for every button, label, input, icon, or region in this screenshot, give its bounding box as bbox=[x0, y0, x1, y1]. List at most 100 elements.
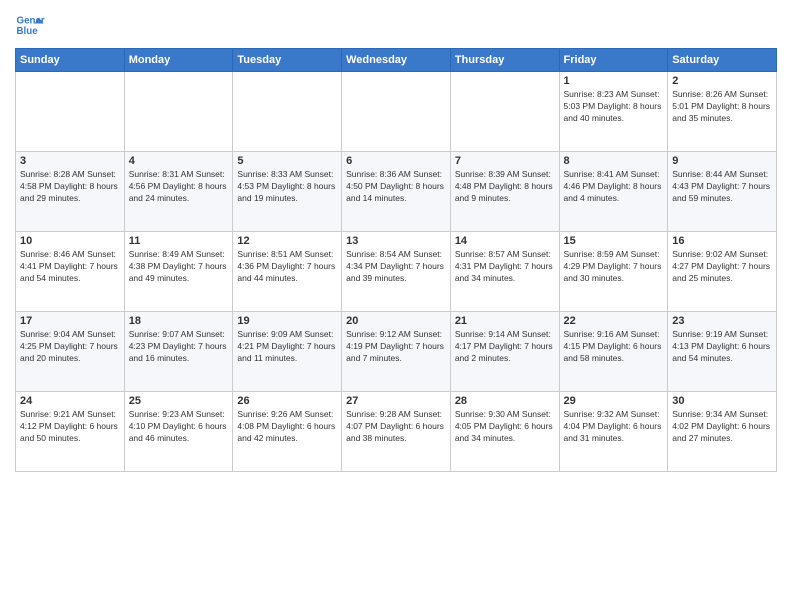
day-info: Sunrise: 9:34 AM Sunset: 4:02 PM Dayligh… bbox=[672, 409, 772, 445]
day-info: Sunrise: 8:39 AM Sunset: 4:48 PM Dayligh… bbox=[455, 169, 555, 205]
svg-text:Blue: Blue bbox=[17, 26, 39, 37]
day-info: Sunrise: 8:44 AM Sunset: 4:43 PM Dayligh… bbox=[672, 169, 772, 205]
day-cell: 21 Sunrise: 9:14 AM Sunset: 4:17 PM Dayli… bbox=[450, 312, 559, 392]
day-info: Sunrise: 9:21 AM Sunset: 4:12 PM Dayligh… bbox=[20, 409, 120, 445]
day-info: Sunrise: 9:23 AM Sunset: 4:10 PM Dayligh… bbox=[129, 409, 229, 445]
day-number: 16 bbox=[672, 235, 772, 247]
day-info: Sunrise: 8:54 AM Sunset: 4:34 PM Dayligh… bbox=[346, 249, 446, 285]
day-cell: 23 Sunrise: 9:19 AM Sunset: 4:13 PM Dayli… bbox=[668, 312, 777, 392]
weekday-header-monday: Monday bbox=[124, 49, 233, 72]
day-number: 11 bbox=[129, 235, 229, 247]
day-cell: 6 Sunrise: 8:36 AM Sunset: 4:50 PM Daylig… bbox=[342, 152, 451, 232]
day-info: Sunrise: 9:26 AM Sunset: 4:08 PM Dayligh… bbox=[237, 409, 337, 445]
day-cell: 20Sunrise: 9:12 AM Sunset: 4:19 PM Dayli… bbox=[342, 312, 451, 392]
day-info: Sunrise: 9:30 AM Sunset: 4:05 PM Dayligh… bbox=[455, 409, 555, 445]
day-cell: 22Sunrise: 9:16 AM Sunset: 4:15 PM Dayli… bbox=[559, 312, 668, 392]
day-number: 7 bbox=[455, 155, 555, 167]
day-number: 5 bbox=[237, 155, 337, 167]
day-number: 9 bbox=[672, 155, 772, 167]
day-cell bbox=[16, 72, 125, 152]
day-number: 14 bbox=[455, 235, 555, 247]
day-info: Sunrise: 8:26 AM Sunset: 5:01 PM Dayligh… bbox=[672, 89, 772, 125]
day-info: Sunrise: 8:31 AM Sunset: 4:56 PM Dayligh… bbox=[129, 169, 229, 205]
day-info: Sunrise: 8:59 AM Sunset: 4:29 PM Dayligh… bbox=[564, 249, 664, 285]
day-number: 2 bbox=[672, 75, 772, 87]
logo: General Blue bbox=[15, 10, 45, 40]
day-cell: 15 Sunrise: 8:59 AM Sunset: 4:29 PM Dayli… bbox=[559, 232, 668, 312]
day-info: Sunrise: 8:57 AM Sunset: 4:31 PM Dayligh… bbox=[455, 249, 555, 285]
day-info: Sunrise: 9:16 AM Sunset: 4:15 PM Dayligh… bbox=[564, 329, 664, 365]
day-info: Sunrise: 9:28 AM Sunset: 4:07 PM Dayligh… bbox=[346, 409, 446, 445]
day-cell: 14 Sunrise: 8:57 AM Sunset: 4:31 PM Dayli… bbox=[450, 232, 559, 312]
day-cell: 18 Sunrise: 9:07 AM Sunset: 4:23 PM Dayli… bbox=[124, 312, 233, 392]
day-number: 21 bbox=[455, 315, 555, 327]
day-number: 18 bbox=[129, 315, 229, 327]
header: General Blue bbox=[15, 10, 777, 40]
day-info: Sunrise: 9:07 AM Sunset: 4:23 PM Dayligh… bbox=[129, 329, 229, 365]
day-cell: 30 Sunrise: 9:34 AM Sunset: 4:02 PM Dayli… bbox=[668, 392, 777, 472]
weekday-header-wednesday: Wednesday bbox=[342, 49, 451, 72]
day-info: Sunrise: 8:23 AM Sunset: 5:03 PM Dayligh… bbox=[564, 89, 664, 125]
day-number: 29 bbox=[564, 395, 664, 407]
day-cell: 7 Sunrise: 8:39 AM Sunset: 4:48 PM Daylig… bbox=[450, 152, 559, 232]
weekday-header-thursday: Thursday bbox=[450, 49, 559, 72]
day-info: Sunrise: 9:32 AM Sunset: 4:04 PM Dayligh… bbox=[564, 409, 664, 445]
day-info: Sunrise: 9:02 AM Sunset: 4:27 PM Dayligh… bbox=[672, 249, 772, 285]
day-number: 1 bbox=[564, 75, 664, 87]
day-cell: 3 Sunrise: 8:28 AM Sunset: 4:58 PM Daylig… bbox=[16, 152, 125, 232]
day-number: 8 bbox=[564, 155, 664, 167]
weekday-header-saturday: Saturday bbox=[668, 49, 777, 72]
day-cell: 24 Sunrise: 9:21 AM Sunset: 4:12 PM Dayli… bbox=[16, 392, 125, 472]
weekday-header-friday: Friday bbox=[559, 49, 668, 72]
day-cell bbox=[124, 72, 233, 152]
day-info: Sunrise: 8:51 AM Sunset: 4:36 PM Dayligh… bbox=[237, 249, 337, 285]
day-info: Sunrise: 8:36 AM Sunset: 4:50 PM Dayligh… bbox=[346, 169, 446, 205]
day-cell bbox=[450, 72, 559, 152]
week-row-2: 3 Sunrise: 8:28 AM Sunset: 4:58 PM Daylig… bbox=[16, 152, 777, 232]
day-number: 24 bbox=[20, 395, 120, 407]
week-row-4: 17Sunrise: 9:04 AM Sunset: 4:25 PM Dayli… bbox=[16, 312, 777, 392]
day-cell: 9 Sunrise: 8:44 AM Sunset: 4:43 PM Daylig… bbox=[668, 152, 777, 232]
day-info: Sunrise: 8:28 AM Sunset: 4:58 PM Dayligh… bbox=[20, 169, 120, 205]
day-info: Sunrise: 8:46 AM Sunset: 4:41 PM Dayligh… bbox=[20, 249, 120, 285]
day-number: 6 bbox=[346, 155, 446, 167]
day-number: 10 bbox=[20, 235, 120, 247]
day-cell: 28Sunrise: 9:30 AM Sunset: 4:05 PM Dayli… bbox=[450, 392, 559, 472]
day-info: Sunrise: 9:14 AM Sunset: 4:17 PM Dayligh… bbox=[455, 329, 555, 365]
day-cell: 4 Sunrise: 8:31 AM Sunset: 4:56 PM Daylig… bbox=[124, 152, 233, 232]
day-info: Sunrise: 9:19 AM Sunset: 4:13 PM Dayligh… bbox=[672, 329, 772, 365]
day-cell: 16 Sunrise: 9:02 AM Sunset: 4:27 PM Dayli… bbox=[668, 232, 777, 312]
day-number: 23 bbox=[672, 315, 772, 327]
day-cell: 19 Sunrise: 9:09 AM Sunset: 4:21 PM Dayli… bbox=[233, 312, 342, 392]
day-cell: 27Sunrise: 9:28 AM Sunset: 4:07 PM Dayli… bbox=[342, 392, 451, 472]
day-number: 4 bbox=[129, 155, 229, 167]
day-number: 25 bbox=[129, 395, 229, 407]
day-number: 12 bbox=[237, 235, 337, 247]
day-number: 20 bbox=[346, 315, 446, 327]
day-number: 3 bbox=[20, 155, 120, 167]
weekday-header-tuesday: Tuesday bbox=[233, 49, 342, 72]
day-info: Sunrise: 8:41 AM Sunset: 4:46 PM Dayligh… bbox=[564, 169, 664, 205]
day-info: Sunrise: 8:49 AM Sunset: 4:38 PM Dayligh… bbox=[129, 249, 229, 285]
week-row-3: 10 Sunrise: 8:46 AM Sunset: 4:41 PM Dayli… bbox=[16, 232, 777, 312]
day-number: 30 bbox=[672, 395, 772, 407]
day-number: 15 bbox=[564, 235, 664, 247]
day-info: Sunrise: 9:09 AM Sunset: 4:21 PM Dayligh… bbox=[237, 329, 337, 365]
day-cell: 10 Sunrise: 8:46 AM Sunset: 4:41 PM Dayli… bbox=[16, 232, 125, 312]
day-cell: 26 Sunrise: 9:26 AM Sunset: 4:08 PM Dayli… bbox=[233, 392, 342, 472]
day-number: 19 bbox=[237, 315, 337, 327]
day-cell: 8 Sunrise: 8:41 AM Sunset: 4:46 PM Daylig… bbox=[559, 152, 668, 232]
day-cell: 25 Sunrise: 9:23 AM Sunset: 4:10 PM Dayli… bbox=[124, 392, 233, 472]
weekday-header-row: SundayMondayTuesdayWednesdayThursdayFrid… bbox=[16, 49, 777, 72]
day-cell: 13Sunrise: 8:54 AM Sunset: 4:34 PM Dayli… bbox=[342, 232, 451, 312]
week-row-1: 1 Sunrise: 8:23 AM Sunset: 5:03 PM Daylig… bbox=[16, 72, 777, 152]
day-cell bbox=[342, 72, 451, 152]
day-number: 26 bbox=[237, 395, 337, 407]
calendar-table: SundayMondayTuesdayWednesdayThursdayFrid… bbox=[15, 48, 777, 472]
day-info: Sunrise: 8:33 AM Sunset: 4:53 PM Dayligh… bbox=[237, 169, 337, 205]
day-cell: 1 Sunrise: 8:23 AM Sunset: 5:03 PM Daylig… bbox=[559, 72, 668, 152]
day-cell: 5 Sunrise: 8:33 AM Sunset: 4:53 PM Daylig… bbox=[233, 152, 342, 232]
day-info: Sunrise: 9:04 AM Sunset: 4:25 PM Dayligh… bbox=[20, 329, 120, 365]
day-cell: 29 Sunrise: 9:32 AM Sunset: 4:04 PM Dayli… bbox=[559, 392, 668, 472]
week-row-5: 24 Sunrise: 9:21 AM Sunset: 4:12 PM Dayli… bbox=[16, 392, 777, 472]
